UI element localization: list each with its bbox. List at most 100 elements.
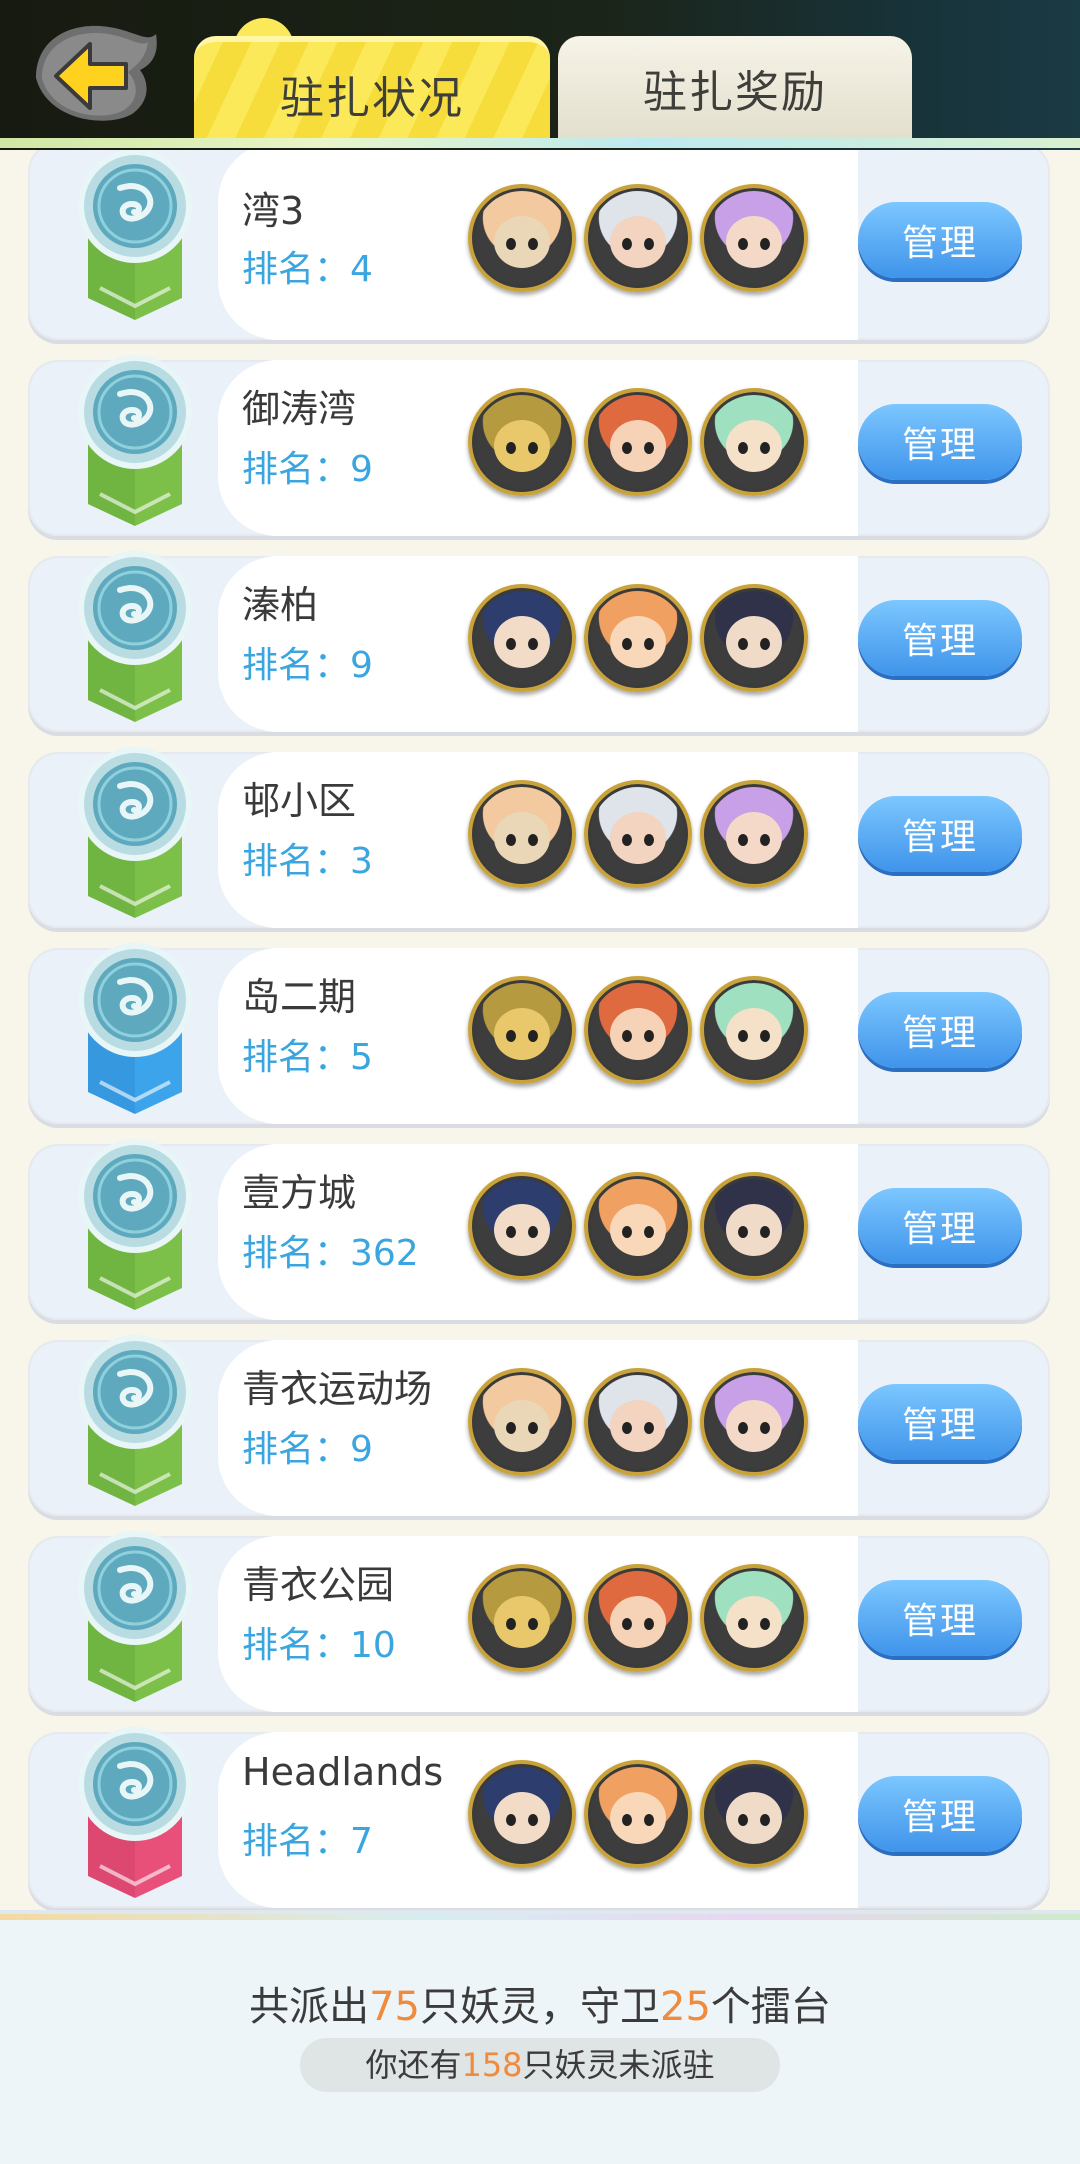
avatar-face — [494, 1596, 550, 1648]
remaining-text: 你还有 — [365, 2046, 462, 2084]
avatar-face — [610, 616, 666, 668]
station-name: 邨小区 — [242, 779, 357, 823]
avatar-eye — [506, 834, 516, 846]
golden-lion-avatar — [584, 1172, 692, 1280]
station-rank: 排名：7 — [242, 1821, 373, 1862]
purple-ghost-avatar — [468, 1368, 576, 1476]
avatar-eye — [644, 1226, 654, 1238]
avatar-eye — [644, 1422, 654, 1434]
station-card[interactable]: 溱柏 排名：9 管理 — [28, 551, 1050, 732]
station-rank: 排名：9 — [242, 1429, 373, 1470]
manage-button[interactable]: 管理 — [858, 202, 1022, 278]
station-rank: 排名：3 — [242, 841, 373, 882]
avatar-eye — [644, 834, 654, 846]
golden-dragon-avatar — [468, 388, 576, 496]
avatar-eye — [506, 638, 516, 650]
summary-text: 只妖灵，守卫 — [420, 1984, 660, 2030]
avatar-eye — [506, 442, 516, 454]
manage-button[interactable]: 管理 — [858, 1580, 1022, 1656]
avatar-face — [726, 1792, 782, 1844]
medal-icon — [78, 1335, 192, 1506]
station-card[interactable]: 御涛湾排名：9 管理 — [28, 355, 1050, 536]
dispatch-summary: 共派出75只妖灵，守卫25个擂台 — [0, 1974, 1080, 2032]
avatar-eye — [738, 1618, 748, 1630]
avatar-eye — [528, 238, 538, 250]
avatar-eye — [622, 1814, 632, 1826]
blue-hair-lady-avatar — [468, 584, 576, 692]
manage-button[interactable]: 管理 — [858, 992, 1022, 1068]
tab-garrison-rewards[interactable]: 驻扎奖励 — [558, 36, 912, 140]
manage-button[interactable]: 管理 — [858, 1188, 1022, 1264]
avatar-eye — [528, 834, 538, 846]
avatar-eye — [644, 238, 654, 250]
avatar-face — [610, 812, 666, 864]
bull-warrior-avatar — [700, 1368, 808, 1476]
divider — [0, 138, 1080, 148]
footer-panel: 共派出75只妖灵，守卫25个擂台 你还有158只妖灵未派驻 — [0, 1910, 1080, 2164]
avatar-eye — [622, 834, 632, 846]
avatar-eye — [506, 238, 516, 250]
ox-demon-avatar — [584, 1760, 692, 1868]
teal-hair-girl-avatar — [700, 976, 808, 1084]
manage-button[interactable]: 管理 — [858, 600, 1022, 676]
avatar-face — [610, 1008, 666, 1060]
avatar-eye — [506, 1422, 516, 1434]
station-list[interactable]: 湾3 排名：4 管理 御涛湾 排名：9 管理 溱柏 排名：9 管理 邨小区 排名：3 管理 岛二期 排名：… — [0, 150, 1080, 1910]
divider — [0, 1914, 1080, 1920]
station-name: 湾3 — [242, 189, 305, 233]
avatar-eye — [760, 238, 770, 250]
avatar-eye — [528, 1814, 538, 1826]
avatar-face — [610, 420, 666, 472]
avatar-face — [494, 1008, 550, 1060]
avatar-eye — [622, 442, 632, 454]
manage-button[interactable]: 管理 — [858, 1384, 1022, 1460]
remaining-count: 158 — [461, 2046, 523, 2084]
avatar-face — [726, 616, 782, 668]
summary-text: 个擂台 — [710, 1984, 831, 2030]
medal-icon — [78, 150, 192, 320]
avatar-eye — [622, 238, 632, 250]
station-name: 御涛湾 — [242, 387, 357, 431]
manage-button[interactable]: 管理 — [858, 796, 1022, 872]
station-rank: 排名：9 — [242, 449, 373, 490]
station-rank: 排名：4 — [242, 249, 373, 290]
manage-button[interactable]: 管理 — [858, 404, 1022, 480]
station-card[interactable]: 青衣公园 排名：10 管理 — [28, 1531, 1050, 1712]
avatar-face — [494, 812, 550, 864]
avatar-eye — [644, 1618, 654, 1630]
station-card[interactable]: Headlands 排名：7 管理 — [28, 1727, 1050, 1908]
dark-hair-girl-avatar — [700, 584, 808, 692]
avatar-eye — [738, 638, 748, 650]
avatar-eye — [644, 638, 654, 650]
back-button[interactable] — [28, 18, 168, 126]
station-rank: 排名：5 — [242, 1037, 373, 1078]
station-card[interactable]: 湾3 排名：4 管理 — [28, 150, 1050, 340]
medal-icon — [78, 943, 192, 1114]
avatar-face — [494, 216, 550, 268]
summary-text: 共派出 — [249, 1984, 370, 2030]
station-card[interactable]: 壹方城 排名：362 管理 — [28, 1139, 1050, 1320]
manage-button[interactable]: 管理 — [858, 1776, 1022, 1852]
avatar-eye — [644, 442, 654, 454]
avatar-eye — [738, 834, 748, 846]
avatar-eye — [644, 1814, 654, 1826]
station-card[interactable]: 青衣运动场 排名：9 管理 — [28, 1335, 1050, 1516]
medal-icon — [78, 355, 192, 526]
avatar-face — [726, 1204, 782, 1256]
station-card[interactable]: 邨小区排名：3 管理 — [28, 747, 1050, 928]
remaining-text: 只妖灵未派驻 — [522, 2046, 715, 2084]
avatar-eye — [506, 1618, 516, 1630]
station-card[interactable]: 岛二期排名：5 管理 — [28, 943, 1050, 1124]
station-name: Headlands — [242, 1750, 444, 1794]
station-name: 岛二期 — [242, 975, 357, 1019]
tab-garrison-status[interactable]: 驻扎状况 — [194, 36, 550, 146]
avatar-eye — [506, 1030, 516, 1042]
avatar-eye — [760, 1226, 770, 1238]
avatar-eye — [622, 1226, 632, 1238]
avatar-eye — [506, 1814, 516, 1826]
green-hat-avatar — [700, 1760, 808, 1868]
avatar-face — [494, 1204, 550, 1256]
avatar-face — [610, 1792, 666, 1844]
avatar-eye — [528, 638, 538, 650]
station-name: 壹方城 — [242, 1171, 357, 1215]
